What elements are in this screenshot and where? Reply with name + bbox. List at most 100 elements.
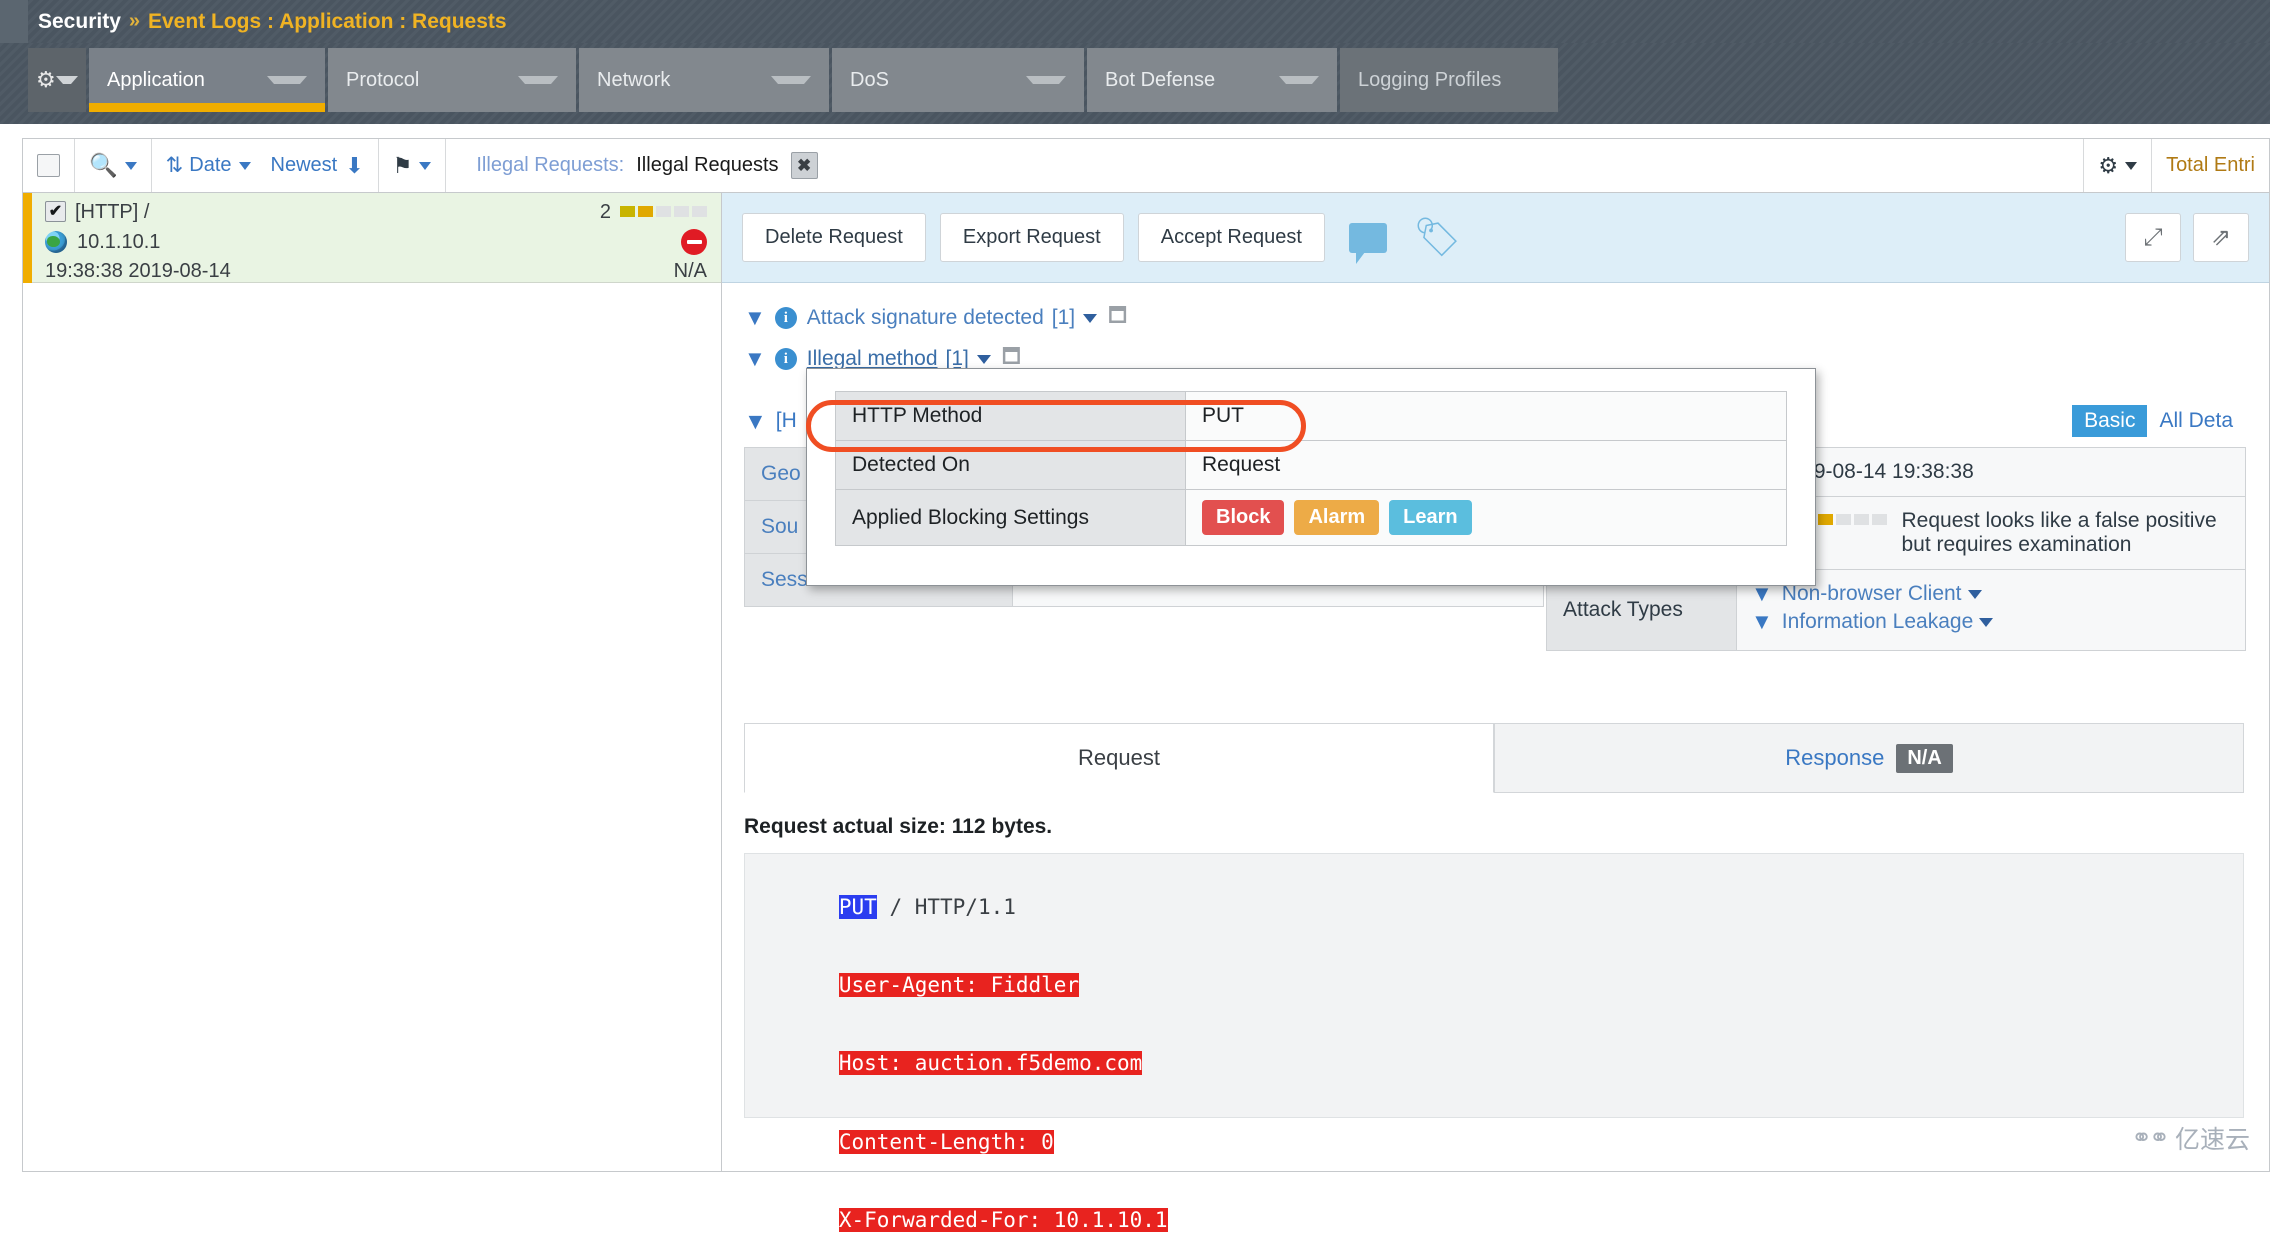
- tab-dos[interactable]: DoS: [832, 48, 1084, 112]
- request-body-line: Content-Length: 0: [763, 1105, 2225, 1179]
- select-all-checkbox[interactable]: [37, 154, 60, 177]
- toolbar-settings-button[interactable]: ⚙: [2084, 139, 2153, 192]
- list-item[interactable]: ✔ [HTTP] / 2 10.1.10.1 19:38:38 2019-08-…: [23, 193, 721, 283]
- breadcrumb-leaf: Event Logs : Application : Requests: [148, 9, 507, 33]
- tab-underline: [579, 103, 829, 112]
- cloud-icon: ⚭⚭: [2131, 1124, 2170, 1152]
- attack-type-item[interactable]: ▼ Information Leakage: [1751, 610, 2231, 634]
- funnel-icon[interactable]: ▼: [744, 348, 766, 370]
- badge-alarm: Alarm: [1294, 500, 1380, 535]
- info-icon[interactable]: i: [774, 307, 797, 329]
- chevron-down-icon[interactable]: [1083, 313, 1098, 323]
- breadcrumb-root[interactable]: Security: [38, 10, 121, 34]
- module-tab-bar: ⚙ Application Protocol Network DoS Bot D…: [0, 43, 2270, 124]
- tab-settings-gear[interactable]: ⚙: [28, 48, 86, 112]
- sort-icon: ⇅: [165, 154, 184, 177]
- total-entries-text: Total Entri: [2166, 154, 2255, 176]
- tab-network-label: Network: [597, 68, 671, 91]
- breadcrumb-separator: »: [128, 10, 140, 32]
- severity-count: 2: [599, 200, 611, 223]
- expand-icon[interactable]: ⤢: [2125, 213, 2181, 262]
- popup-label: Applied Blocking Settings: [836, 490, 1186, 545]
- tab-application[interactable]: Application: [89, 48, 325, 112]
- request-detail-pane: Delete Request Export Request Accept Req…: [722, 193, 2270, 1232]
- select-all-cell[interactable]: [23, 139, 75, 192]
- list-item-title-row: ✔ [HTTP] / 2: [45, 201, 707, 222]
- badge-block: Block: [1202, 500, 1285, 535]
- request-action-bar: Delete Request Export Request Accept Req…: [722, 193, 2269, 283]
- funnel-icon[interactable]: ▼: [1751, 583, 1773, 605]
- breadcrumb-left-notch: [0, 0, 28, 43]
- tag-icon[interactable]: 🏷: [1413, 219, 1461, 257]
- tab-all-details[interactable]: All Deta: [2147, 405, 2245, 437]
- globe-icon: [45, 231, 67, 253]
- severity-bars: [620, 206, 707, 217]
- tab-underline: [1087, 103, 1337, 112]
- list-item-source-ip: 10.1.10.1: [77, 231, 161, 253]
- request-body-viewer[interactable]: PUT / HTTP/1.1 User-Agent: Fiddler Host:…: [744, 853, 2244, 1232]
- list-item-timestamp: 19:38:38 2019-08-14: [45, 260, 231, 282]
- http-method-highlight: PUT: [838, 894, 877, 919]
- delete-request-button[interactable]: Delete Request: [742, 213, 926, 262]
- detail-view-tabs: Basic All Deta: [2072, 405, 2245, 437]
- tab-underline: [328, 103, 576, 112]
- funnel-icon[interactable]: ▼: [744, 307, 766, 329]
- comment-icon[interactable]: [1348, 222, 1387, 264]
- violation-row[interactable]: ▼ i Attack signature detected [1] 🗖: [744, 301, 2269, 335]
- funnel-icon[interactable]: ▼: [744, 409, 767, 433]
- tab-underline: [1340, 103, 1558, 112]
- violation-count: [1]: [1051, 306, 1076, 329]
- watermark: ⚭⚭ 亿速云: [2131, 1120, 2250, 1156]
- search-dropdown[interactable]: 🔍: [75, 139, 152, 192]
- funnel-icon[interactable]: ▼: [1751, 611, 1773, 633]
- chevron-down-icon: [124, 161, 137, 170]
- list-item-response-status: N/A: [673, 260, 707, 282]
- tab-bot-defense-label: Bot Defense: [1105, 68, 1216, 91]
- tab-active-underline: [89, 103, 325, 112]
- external-link-icon[interactable]: 🗖: [1108, 301, 1127, 335]
- tab-bot-defense[interactable]: Bot Defense: [1087, 48, 1337, 112]
- accept-request-button[interactable]: Accept Request: [1137, 213, 1325, 262]
- attack-type-item[interactable]: ▼ Non-browser Client: [1751, 582, 2231, 606]
- info-icon[interactable]: i: [774, 348, 797, 370]
- breadcrumb-bar: Security » Event Logs : Application : Re…: [0, 0, 2270, 43]
- tab-protocol-label: Protocol: [346, 68, 420, 91]
- tab-request-label: Request: [1078, 745, 1160, 770]
- module-tabs: ⚙ Application Protocol Network DoS Bot D…: [28, 48, 1561, 112]
- sort-order-label[interactable]: Newest: [271, 154, 338, 177]
- tab-response-label: Response: [1785, 745, 1885, 770]
- tab-logging-profiles[interactable]: Logging Profiles: [1340, 48, 1558, 112]
- chevron-down-icon[interactable]: [976, 354, 991, 364]
- header-highlight: Content-Length: 0: [838, 1129, 1054, 1154]
- sort-controls[interactable]: ⇅ Date Newest ⬇: [152, 139, 379, 192]
- request-size-label: Request actual size: 112 bytes.: [744, 815, 1053, 838]
- chevron-down-icon[interactable]: [1967, 589, 1982, 599]
- chevron-down-icon[interactable]: [1979, 617, 1994, 627]
- tab-protocol[interactable]: Protocol: [328, 48, 576, 112]
- popout-icon[interactable]: ⇗: [2193, 213, 2249, 262]
- bookmark-dropdown[interactable]: ⚑: [379, 139, 447, 192]
- export-request-button[interactable]: Export Request: [939, 213, 1124, 262]
- request-body-line: PUT / HTTP/1.1: [763, 870, 2225, 944]
- violation-label[interactable]: Attack signature detected: [807, 306, 1044, 330]
- chevron-down-icon: [771, 76, 811, 84]
- filter-toolbar: 🔍 ⇅ Date Newest ⬇ ⚑ Illegal Requests: Il…: [22, 138, 2270, 193]
- chevron-down-icon: [518, 76, 558, 84]
- attack-type-label[interactable]: Information Leakage: [1782, 610, 1973, 634]
- filter-chip-remove-button[interactable]: ✖: [790, 152, 818, 179]
- popup-label: HTTP Method: [836, 392, 1186, 440]
- tab-request[interactable]: Request: [744, 723, 1494, 793]
- tab-network[interactable]: Network: [579, 48, 829, 112]
- arrow-down-icon: ⬇: [345, 152, 364, 178]
- header-highlight: User-Agent: Fiddler: [838, 973, 1080, 998]
- chevron-down-icon: [1026, 76, 1066, 84]
- page-left-margin: [0, 124, 22, 1172]
- detail-header-text: [H: [775, 409, 797, 432]
- watermark-text: 亿速云: [2174, 1126, 2250, 1154]
- list-item-checkbox[interactable]: ✔: [45, 201, 66, 222]
- list-item-accent-bar: [23, 193, 32, 283]
- request-body-line: Host: auction.f5demo.com: [763, 1027, 2225, 1101]
- tab-response[interactable]: Response N/A: [1494, 723, 2244, 793]
- popup-label: Detected On: [836, 441, 1186, 489]
- tab-basic[interactable]: Basic: [2072, 405, 2148, 437]
